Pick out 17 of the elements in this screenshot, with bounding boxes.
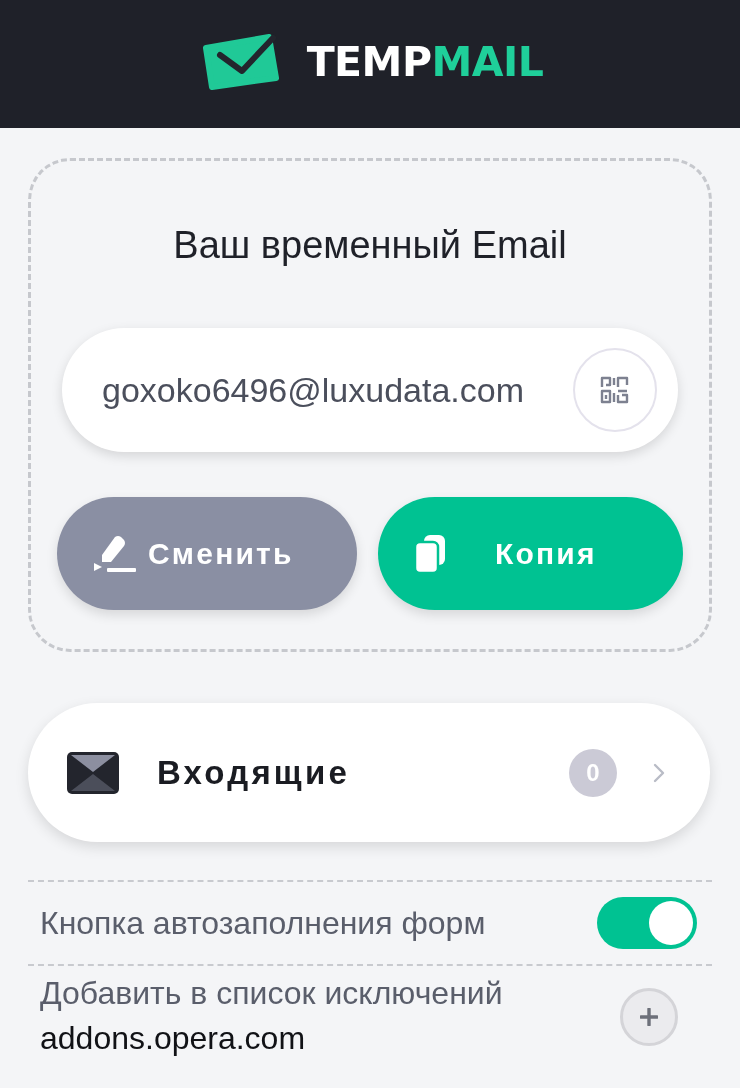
qr-code-icon [600, 375, 630, 405]
change-button[interactable]: Сменить [57, 497, 357, 610]
setting-label: Добавить в список исключений [40, 975, 503, 1012]
chevron-right-icon [653, 762, 665, 783]
logo-wordmark: TEMPMAIL [306, 41, 544, 83]
email-address: goxoko6496@luxudata.com [102, 370, 524, 410]
copy-icon [415, 534, 445, 573]
card-title: Ваш временный Email [172, 223, 568, 267]
pencil-icon [94, 534, 136, 573]
plus-icon [640, 1008, 658, 1026]
inbox-label: Входящие [157, 753, 350, 792]
copy-button[interactable]: Копия [378, 497, 683, 610]
toggle-switch[interactable] [597, 897, 697, 949]
envelope-icon [202, 34, 279, 90]
site-domain: addons.opera.com [40, 1020, 307, 1057]
envelope-icon [67, 751, 119, 794]
setting-label: Кнопка автозаполнения форм [40, 904, 486, 942]
